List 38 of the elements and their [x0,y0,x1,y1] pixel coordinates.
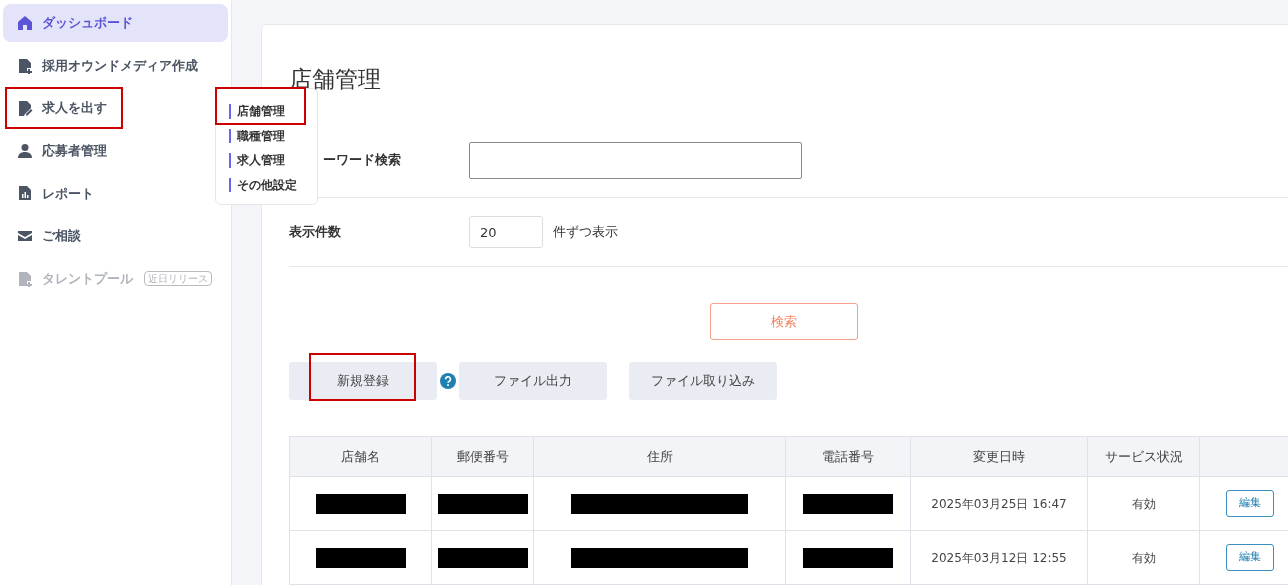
edit-button[interactable]: 編集 [1225,490,1274,517]
submenu-item[interactable]: その他設定 [229,177,317,192]
sidebar-item[interactable]: ご相談 [3,216,228,255]
table-cell: 有効 [1131,550,1156,565]
submenu-item[interactable]: 店舗管理 [229,104,317,119]
sidebar-item[interactable]: レポート [3,174,228,213]
table-cell: 有効 [1131,496,1156,511]
document-plus-icon [17,57,33,74]
home-icon [17,15,33,31]
coming-soon-badge: 近日リリース [144,271,212,287]
column-header: 店舗名 [341,448,380,464]
submenu-item[interactable]: 求人管理 [229,153,317,168]
column-header: 住所 [646,448,673,464]
submenu-item[interactable]: 職種管理 [229,128,317,143]
document-plus-icon [17,270,33,287]
edit-button[interactable]: 編集 [1225,544,1274,571]
column-header: 変更日時 [973,448,1025,464]
page-size-input[interactable]: 20 [469,216,543,248]
keyword-input[interactable] [469,141,802,179]
person-icon [17,142,33,159]
sidebar-item[interactable]: 採用オウンドメディア作成 [3,46,228,85]
action-button[interactable]: 新規登録 [289,362,437,400]
page-size-suffix: 件ずつ表示 [553,223,618,242]
document-pen-icon [17,100,33,117]
action-button[interactable]: ファイル取り込み [629,362,777,400]
table-cell: 2025年03月12日 12:55 [931,550,1067,565]
keyword-label: ーワード検索 [323,151,402,170]
column-header: 郵便番号 [456,448,509,464]
chart-document-icon [17,185,33,202]
column-header: サービス状況 [1104,448,1183,464]
sidebar-item[interactable]: ダッシュボード [3,4,228,42]
help-icon[interactable] [440,373,456,389]
action-button[interactable]: ファイル出力 [459,362,607,400]
table-cell: 2025年03月25日 16:47 [931,496,1067,511]
page-size-label: 表示件数 [289,223,342,242]
sidebar-item[interactable]: 求人を出す [3,89,228,128]
column-header: 電話番号 [822,448,874,464]
sidebar-item[interactable]: 応募者管理 [3,131,228,170]
